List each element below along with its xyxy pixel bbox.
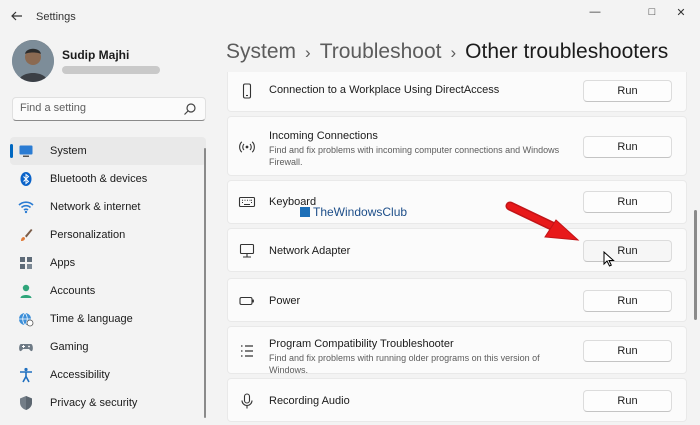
red-arrow-annotation xyxy=(505,201,580,241)
mouse-cursor-icon xyxy=(603,251,615,267)
